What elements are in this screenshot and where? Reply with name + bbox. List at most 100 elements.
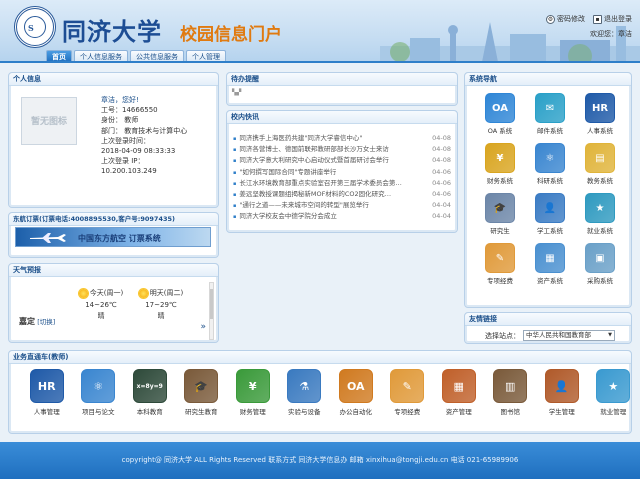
todo-icon: ▚▞ (232, 89, 242, 96)
purchase-icon: ▣ (585, 243, 615, 273)
item-label: OA 系统 (487, 127, 513, 135)
sunny-icon (78, 288, 88, 298)
business-item[interactable]: ★ 就业管理 (588, 369, 640, 416)
item-label: 研究生 (490, 227, 510, 235)
business-item[interactable]: OA 办公自动化 (330, 369, 382, 416)
graduate-icon: 🎓 (184, 369, 219, 403)
item-label: 采购系统 (587, 277, 613, 285)
employment-icon: ★ (585, 193, 615, 223)
last-login-time: 2018-04-09 08:33:33 (101, 147, 176, 156)
system-nav-panel: 系统导航 OA OA 系统 ✉ 邮件系统 HR 人事系统 ¥ 财务系统 ⚛ 科研系统 ▤ 教务系统 🎓 研… (464, 72, 632, 308)
business-item[interactable]: 🎓 研究生教育 (176, 369, 228, 416)
system-nav-item[interactable]: ★ 就业系统 (575, 193, 625, 235)
gear-icon: ⚙ (546, 14, 555, 24)
system-nav-item[interactable]: ✎ 专项经费 (475, 243, 525, 285)
weather-more-link[interactable]: » (200, 322, 206, 332)
employment-icon: ★ (596, 369, 631, 403)
logout-link[interactable]: ▪ 退出登录 (593, 14, 632, 24)
university-name: 同济大学 (62, 17, 162, 46)
footer: copyright@ 同济大学 ALL Rights Reserved 联系方式… (0, 442, 640, 479)
weather-switch-link[interactable]: [切换] (37, 318, 55, 326)
site-select[interactable]: 中华人民共和国教育部 (523, 330, 615, 341)
item-label: 财务管理 (239, 408, 266, 416)
item-label: 办公自动化 (339, 408, 373, 416)
news-item[interactable]: 长江水环境教育部重点实验室召开第三届学术委员会第…04-06 (233, 178, 451, 189)
banner-text: 中国东方航空 订票系统 (78, 234, 161, 243)
business-item[interactable]: ▦ 资产管理 (433, 369, 485, 416)
business-item[interactable]: x=8y=9 本科教育 (124, 369, 176, 416)
airline-booking-panel: 东航订票(订票电话:4008895530,客户号:9097435) 中国东方航空… (8, 212, 219, 258)
oa-icon: OA (338, 369, 373, 403)
business-item[interactable]: ¥ 财务管理 (227, 369, 279, 416)
oa-icon: OA (485, 93, 515, 123)
weather-panel: 天气预报 嘉定 [切换] 今天(周一) 14~26℃ 晴 明天(周二) 17~2… (8, 263, 219, 343)
last-ip: 10.200.103.249 (101, 167, 157, 176)
news-list: 同济携手上海医药共建"同济大学睿信中心"04-08 同济各营博士、德国前联邦教研… (233, 133, 451, 223)
item-label: 教务系统 (587, 177, 613, 185)
news-item[interactable]: 同济各营博士、德国前联邦教研部部长沙万女士来访04-08 (233, 144, 451, 155)
system-nav-item[interactable]: ⚛ 科研系统 (525, 143, 575, 185)
sunny-icon (138, 288, 148, 298)
item-label: 人事管理 (33, 408, 60, 416)
password-change-link[interactable]: ⚙ 密码修改 (546, 14, 585, 24)
item-label: 本科教育 (136, 408, 163, 416)
airline-booking-banner[interactable]: 中国东方航空 订票系统 (15, 227, 211, 247)
business-item[interactable]: ⚗ 实验与设备 (279, 369, 331, 416)
business-express-panel: 业务直通车(教师) HR 人事管理 ⚛ 项目与论文 x=8y=9 本科教育 🎓 研究生教育 ¥ 财… (8, 350, 632, 434)
panel-title: 业务直通车(教师) (9, 351, 631, 364)
item-label: 人事系统 (587, 127, 613, 135)
panel-title: 系统导航 (465, 73, 631, 86)
item-label: 实验与设备 (288, 408, 321, 416)
news-item[interactable]: 同济大学校友会中德学院分会成立04-04 (233, 211, 451, 222)
business-items: HR 人事管理 ⚛ 项目与论文 x=8y=9 本科教育 🎓 研究生教育 ¥ 财务管理 ⚗ 实验与设备 O… (21, 369, 639, 416)
university-seal-logo: S (14, 6, 56, 48)
avatar-placeholder: 暂无图标 (21, 97, 77, 145)
weather-city: 嘉定 (19, 317, 35, 326)
business-item[interactable]: ✎ 专项经费 (382, 369, 434, 416)
system-nav-item[interactable]: OA OA 系统 (475, 93, 525, 135)
lab-icon: ⚗ (287, 369, 322, 403)
item-label: 科研系统 (537, 177, 563, 185)
news-item[interactable]: "如何撰写国际合同"专题讲座举行04-06 (233, 167, 451, 178)
student-affairs-icon: 👤 (535, 193, 565, 223)
system-nav-item[interactable]: ▦ 资产系统 (525, 243, 575, 285)
panel-title: 待办提醒 (227, 73, 457, 86)
business-item[interactable]: 👤 学生管理 (536, 369, 588, 416)
research-icon: ⚛ (535, 143, 565, 173)
finance-icon: ¥ (235, 369, 270, 403)
panel-title: 个人信息 (9, 73, 218, 86)
system-nav-item[interactable]: ¥ 财务系统 (475, 143, 525, 185)
item-label: 资产系统 (537, 277, 563, 285)
news-item[interactable]: 姜远坚教授课题组揭秘新MOF材料的CO2固化研究…04-06 (233, 189, 451, 200)
system-nav-item[interactable]: 👤 学工系统 (525, 193, 575, 235)
weather-scrollbar[interactable] (209, 282, 214, 340)
system-nav-grid: OA OA 系统 ✉ 邮件系统 HR 人事系统 ¥ 财务系统 ⚛ 科研系统 ▤ 教务系统 🎓 研究生 👤 学工… (475, 93, 625, 285)
item-label: 专项经费 (487, 277, 513, 285)
student-icon: 👤 (544, 369, 579, 403)
item-label: 专项经费 (394, 408, 421, 416)
business-item[interactable]: HR 人事管理 (21, 369, 73, 416)
mail-icon: ✉ (535, 93, 565, 123)
item-label: 财务系统 (487, 177, 513, 185)
personal-info-panel: 个人信息 暂无图标 章洁，您好! 工号：14666550 身份： 教师 部门： … (8, 72, 219, 208)
logout-icon: ▪ (593, 14, 602, 24)
system-nav-item[interactable]: ▤ 教务系统 (575, 143, 625, 185)
campus-news-panel: 校内快讯 同济携手上海医药共建"同济大学睿信中心"04-08 同济各营博士、德国… (226, 110, 458, 233)
item-label: 图书馆 (500, 408, 521, 416)
system-nav-item[interactable]: ▣ 采购系统 (575, 243, 625, 285)
business-item[interactable]: ▥ 图书馆 (485, 369, 537, 416)
graduate-icon: 🎓 (485, 193, 515, 223)
portal-title: 校园信息门户 (180, 25, 282, 45)
funding-icon: ✎ (390, 369, 425, 403)
news-item[interactable]: 同济携手上海医药共建"同济大学睿信中心"04-08 (233, 133, 451, 144)
employee-id: 工号：14666550 (101, 106, 158, 115)
system-nav-item[interactable]: ✉ 邮件系统 (525, 93, 575, 135)
item-label: 就业管理 (600, 408, 627, 416)
news-item[interactable]: 同济大学意大利研究中心启动仪式暨首届研讨会举行04-08 (233, 155, 451, 166)
system-nav-item[interactable]: HR 人事系统 (575, 93, 625, 135)
news-item[interactable]: "通行之道——未来城市空间的转型"展览举行04-04 (233, 200, 451, 211)
item-label: 研究生教育 (185, 408, 218, 416)
panel-title: 天气预报 (9, 264, 218, 277)
business-item[interactable]: ⚛ 项目与论文 (73, 369, 125, 416)
system-nav-item[interactable]: 🎓 研究生 (475, 193, 525, 235)
